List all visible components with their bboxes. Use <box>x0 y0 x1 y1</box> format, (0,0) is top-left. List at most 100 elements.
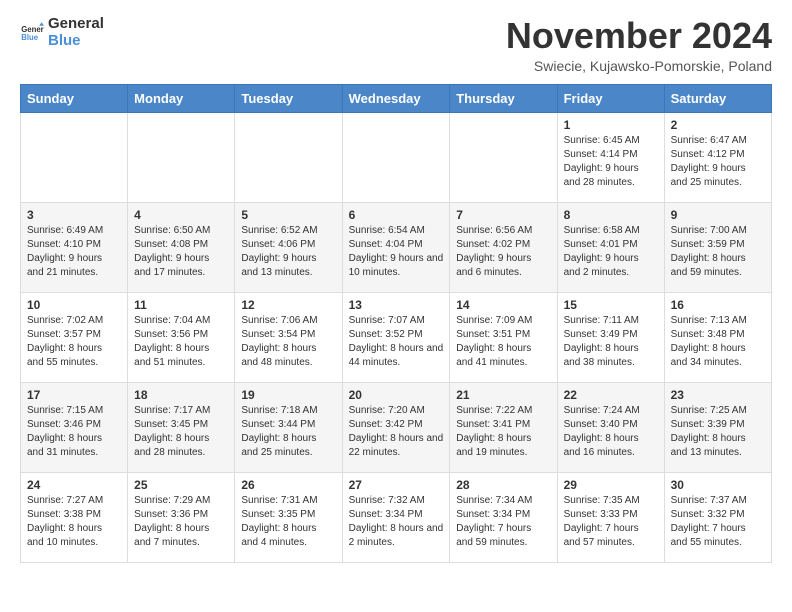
day-info: Sunrise: 7:32 AMSunset: 3:34 PMDaylight:… <box>349 494 444 550</box>
day-number: 3 <box>27 208 121 222</box>
day-number: 14 <box>456 298 550 312</box>
calendar-cell: 1Sunrise: 6:45 AMSunset: 4:14 PMDaylight… <box>557 112 664 202</box>
calendar-cell <box>450 112 557 202</box>
calendar-cell: 27Sunrise: 7:32 AMSunset: 3:34 PMDayligh… <box>342 472 450 562</box>
calendar-row: 24 Sunrise: 7:27 AMSunset: 3:38 PMDayligh… <box>21 472 772 562</box>
day-number: 26 <box>241 478 335 492</box>
calendar-cell: 10 Sunrise: 7:02 AMSunset: 3:57 PMDayligh… <box>21 292 128 382</box>
day-number: 20 <box>349 388 444 402</box>
calendar-cell: 13 Sunrise: 7:07 AMSunset: 3:52 PMDayligh… <box>342 292 450 382</box>
calendar-cell: 20 Sunrise: 7:20 AMSunset: 3:42 PMDayligh… <box>342 382 450 472</box>
calendar-cell: 26 Sunrise: 7:31 AMSunset: 3:35 PMDayligh… <box>235 472 342 562</box>
day-number: 8 <box>564 208 658 222</box>
day-info: Sunrise: 7:31 AMSunset: 3:35 PMDaylight:… <box>241 494 335 550</box>
calendar-cell: 6 Sunrise: 6:54 AMSunset: 4:04 PMDaylight… <box>342 202 450 292</box>
day-number: 10 <box>27 298 121 312</box>
calendar-cell: 22 Sunrise: 7:24 AMSunset: 3:40 PMDayligh… <box>557 382 664 472</box>
day-info: Sunrise: 6:45 AMSunset: 4:14 PMDaylight:… <box>564 134 658 190</box>
calendar-row: 17 Sunrise: 7:15 AMSunset: 3:46 PMDayligh… <box>21 382 772 472</box>
day-info: Sunrise: 7:13 AMSunset: 3:48 PMDaylight:… <box>671 314 765 370</box>
calendar-row: 10 Sunrise: 7:02 AMSunset: 3:57 PMDayligh… <box>21 292 772 382</box>
day-info: Sunrise: 7:06 AMSunset: 3:54 PMDaylight:… <box>241 314 335 370</box>
calendar-row: 1Sunrise: 6:45 AMSunset: 4:14 PMDaylight… <box>21 112 772 202</box>
calendar-cell <box>21 112 128 202</box>
day-info: Sunrise: 7:24 AMSunset: 3:40 PMDaylight:… <box>564 404 658 460</box>
day-info: Sunrise: 7:27 AMSunset: 3:38 PMDaylight:… <box>27 494 121 550</box>
logo: General Blue General Blue <box>20 16 104 49</box>
calendar-cell: 11Sunrise: 7:04 AMSunset: 3:56 PMDayligh… <box>128 292 235 382</box>
day-number: 24 <box>27 478 121 492</box>
calendar-cell: 7Sunrise: 6:56 AMSunset: 4:02 PMDaylight… <box>450 202 557 292</box>
calendar-cell: 19 Sunrise: 7:18 AMSunset: 3:44 PMDayligh… <box>235 382 342 472</box>
day-info: Sunrise: 6:50 AMSunset: 4:08 PMDaylight:… <box>134 224 228 280</box>
calendar-cell: 25Sunrise: 7:29 AMSunset: 3:36 PMDayligh… <box>128 472 235 562</box>
calendar-cell: 5 Sunrise: 6:52 AMSunset: 4:06 PMDaylight… <box>235 202 342 292</box>
calendar-cell: 17 Sunrise: 7:15 AMSunset: 3:46 PMDayligh… <box>21 382 128 472</box>
day-info: Sunrise: 7:25 AMSunset: 3:39 PMDaylight:… <box>671 404 765 460</box>
day-number: 5 <box>241 208 335 222</box>
day-info: Sunrise: 6:49 AMSunset: 4:10 PMDaylight:… <box>27 224 121 280</box>
logo-general: General <box>48 16 104 33</box>
day-number: 30 <box>671 478 765 492</box>
header-friday: Friday <box>557 84 664 112</box>
day-info: Sunrise: 7:18 AMSunset: 3:44 PMDaylight:… <box>241 404 335 460</box>
header-monday: Monday <box>128 84 235 112</box>
calendar-cell: 15 Sunrise: 7:11 AMSunset: 3:49 PMDayligh… <box>557 292 664 382</box>
day-info: Sunrise: 7:02 AMSunset: 3:57 PMDaylight:… <box>27 314 121 370</box>
header-tuesday: Tuesday <box>235 84 342 112</box>
day-info: Sunrise: 7:20 AMSunset: 3:42 PMDaylight:… <box>349 404 444 460</box>
day-number: 18 <box>134 388 228 402</box>
title-section: November 2024 Swiecie, Kujawsko-Pomorski… <box>506 16 772 74</box>
day-number: 25 <box>134 478 228 492</box>
calendar-cell: 28 Sunrise: 7:34 AMSunset: 3:34 PMDayligh… <box>450 472 557 562</box>
calendar-cell <box>342 112 450 202</box>
calendar-header-row: Sunday Monday Tuesday Wednesday Thursday… <box>21 84 772 112</box>
day-info: Sunrise: 7:07 AMSunset: 3:52 PMDaylight:… <box>349 314 444 370</box>
calendar-cell <box>128 112 235 202</box>
day-number: 16 <box>671 298 765 312</box>
day-number: 29 <box>564 478 658 492</box>
day-info: Sunrise: 7:15 AMSunset: 3:46 PMDaylight:… <box>27 404 121 460</box>
day-number: 21 <box>456 388 550 402</box>
day-info: Sunrise: 7:37 AMSunset: 3:32 PMDaylight:… <box>671 494 765 550</box>
day-number: 15 <box>564 298 658 312</box>
day-number: 6 <box>349 208 444 222</box>
calendar-cell: 23Sunrise: 7:25 AMSunset: 3:39 PMDayligh… <box>664 382 771 472</box>
day-number: 17 <box>27 388 121 402</box>
day-info: Sunrise: 7:09 AMSunset: 3:51 PMDaylight:… <box>456 314 550 370</box>
calendar-cell: 21Sunrise: 7:22 AMSunset: 3:41 PMDayligh… <box>450 382 557 472</box>
day-number: 9 <box>671 208 765 222</box>
day-info: Sunrise: 7:17 AMSunset: 3:45 PMDaylight:… <box>134 404 228 460</box>
day-number: 4 <box>134 208 228 222</box>
calendar-cell: 16 Sunrise: 7:13 AMSunset: 3:48 PMDayligh… <box>664 292 771 382</box>
day-info: Sunrise: 6:56 AMSunset: 4:02 PMDaylight:… <box>456 224 550 280</box>
calendar-cell: 4 Sunrise: 6:50 AMSunset: 4:08 PMDaylight… <box>128 202 235 292</box>
calendar-row: 3 Sunrise: 6:49 AMSunset: 4:10 PMDaylight… <box>21 202 772 292</box>
day-number: 28 <box>456 478 550 492</box>
day-info: Sunrise: 6:54 AMSunset: 4:04 PMDaylight:… <box>349 224 444 280</box>
month-title: November 2024 <box>506 16 772 56</box>
header-wednesday: Wednesday <box>342 84 450 112</box>
calendar-cell: 12 Sunrise: 7:06 AMSunset: 3:54 PMDayligh… <box>235 292 342 382</box>
day-number: 19 <box>241 388 335 402</box>
day-info: Sunrise: 7:34 AMSunset: 3:34 PMDaylight:… <box>456 494 550 550</box>
page-header: General Blue General Blue November 2024 … <box>20 16 772 74</box>
svg-text:Blue: Blue <box>21 33 39 42</box>
header-saturday: Saturday <box>664 84 771 112</box>
day-number: 11 <box>134 298 228 312</box>
header-sunday: Sunday <box>21 84 128 112</box>
day-number: 2 <box>671 118 765 132</box>
calendar-cell: 8Sunrise: 6:58 AMSunset: 4:01 PMDaylight… <box>557 202 664 292</box>
day-number: 22 <box>564 388 658 402</box>
calendar-cell: 30 Sunrise: 7:37 AMSunset: 3:32 PMDayligh… <box>664 472 771 562</box>
calendar-cell: 3 Sunrise: 6:49 AMSunset: 4:10 PMDaylight… <box>21 202 128 292</box>
calendar-cell: 2 Sunrise: 6:47 AMSunset: 4:12 PMDaylight… <box>664 112 771 202</box>
day-number: 13 <box>349 298 444 312</box>
calendar-cell: 14 Sunrise: 7:09 AMSunset: 3:51 PMDayligh… <box>450 292 557 382</box>
day-number: 12 <box>241 298 335 312</box>
header-thursday: Thursday <box>450 84 557 112</box>
day-info: Sunrise: 6:52 AMSunset: 4:06 PMDaylight:… <box>241 224 335 280</box>
svg-text:General: General <box>21 24 44 33</box>
day-info: Sunrise: 6:47 AMSunset: 4:12 PMDaylight:… <box>671 134 765 190</box>
day-info: Sunrise: 7:11 AMSunset: 3:49 PMDaylight:… <box>564 314 658 370</box>
